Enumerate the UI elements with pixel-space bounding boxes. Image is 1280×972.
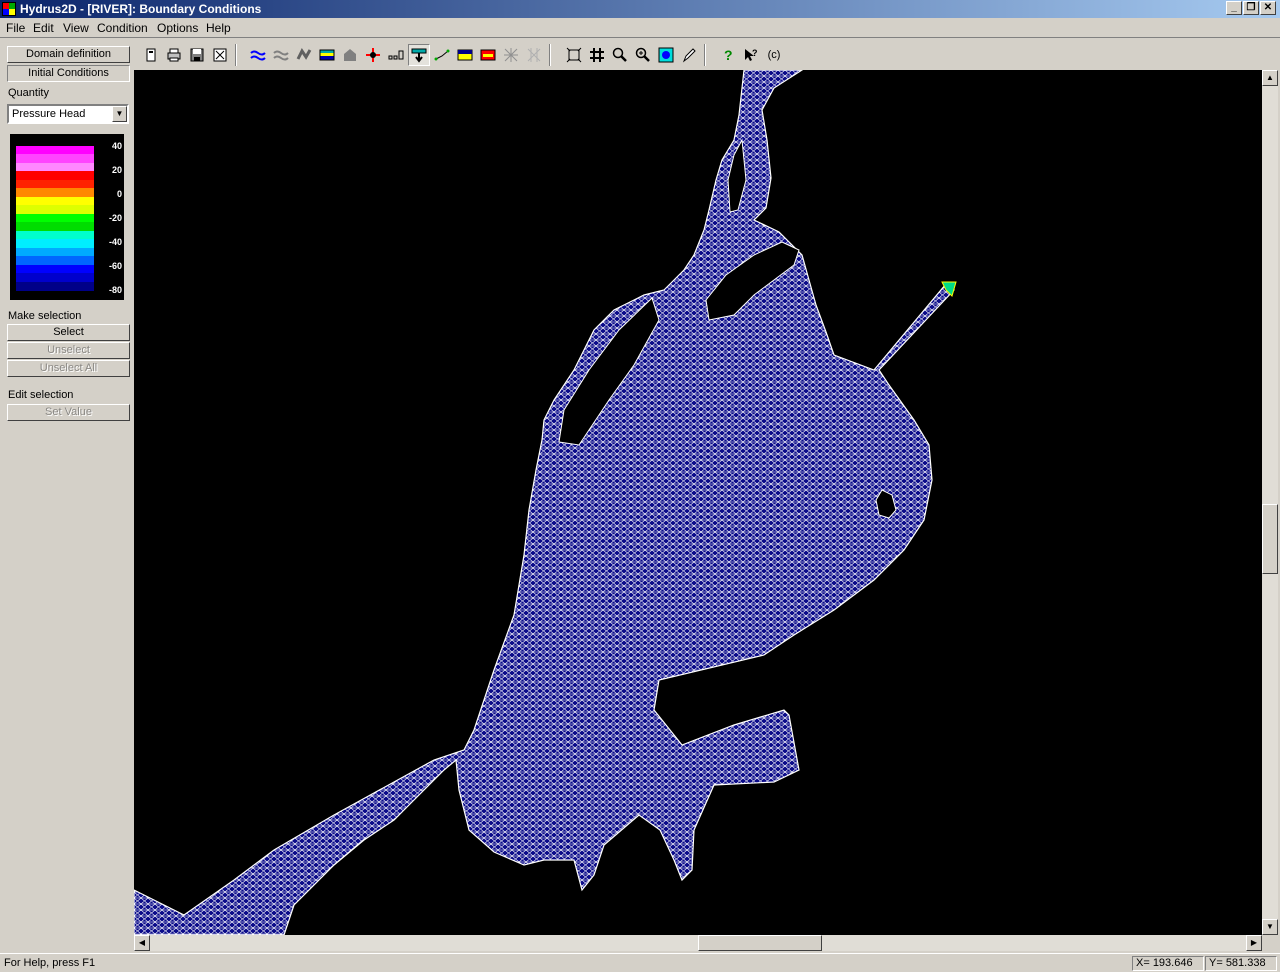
- make-selection-label: Make selection: [8, 310, 82, 322]
- root-uptake-icon[interactable]: [431, 44, 453, 66]
- legend-tick-label: -40: [108, 237, 122, 247]
- unselect-all-button[interactable]: Unselect All: [7, 360, 130, 377]
- mesh-domain: [134, 70, 955, 935]
- select-button[interactable]: Select: [7, 324, 130, 341]
- heat-icon[interactable]: [454, 44, 476, 66]
- quantity-value: Pressure Head: [12, 108, 86, 120]
- help-icon[interactable]: ?: [717, 44, 739, 66]
- save-icon[interactable]: [186, 44, 208, 66]
- mesh-smooth-icon[interactable]: [523, 44, 545, 66]
- scroll-up-icon[interactable]: ▲: [1262, 70, 1278, 86]
- status-bar: For Help, press F1 X= 193.646 Y= 581.338: [0, 953, 1280, 972]
- app-icon[interactable]: [2, 2, 16, 16]
- help-hint: For Help, press F1: [4, 957, 96, 969]
- menu-help[interactable]: Help: [206, 21, 231, 35]
- mesh-canvas[interactable]: [134, 70, 1262, 935]
- menu-edit[interactable]: Edit: [33, 21, 54, 35]
- x-coordinate: X= 193.646: [1132, 956, 1204, 971]
- svg-text:?: ?: [724, 47, 733, 63]
- menu-view[interactable]: View: [63, 21, 89, 35]
- color-legend: 40 20 0 -20 -40 -60 -80: [10, 134, 124, 300]
- edit-selection-label: Edit selection: [8, 389, 74, 401]
- quantity-select[interactable]: Pressure Head ▼: [7, 104, 129, 124]
- zoom-icon[interactable]: [609, 44, 631, 66]
- menu-options[interactable]: Options: [157, 21, 198, 35]
- scroll-right-icon[interactable]: ▶: [1246, 935, 1262, 951]
- mesh-viewport[interactable]: [134, 70, 1262, 935]
- water-content-icon[interactable]: [247, 44, 269, 66]
- print-icon[interactable]: [163, 44, 185, 66]
- water-flux-icon[interactable]: [270, 44, 292, 66]
- legend-tick-label: -80: [108, 285, 122, 295]
- legend-tick-label: -60: [108, 261, 122, 271]
- legend-tick-label: 20: [111, 165, 122, 175]
- vertical-scroll-thumb[interactable]: [1262, 504, 1278, 574]
- svg-text:?: ?: [752, 48, 758, 58]
- menu-bar: File Edit View Condition Options Help: [0, 18, 1280, 38]
- open-icon[interactable]: [140, 44, 162, 66]
- side-panel: Domain definition Initial Conditions Qua…: [0, 40, 134, 952]
- y-coordinate: Y= 581.338: [1205, 956, 1277, 971]
- mesh-refine-icon[interactable]: [500, 44, 522, 66]
- restore-button[interactable]: ❐: [1243, 1, 1259, 15]
- scroll-down-icon[interactable]: ▼: [1262, 919, 1278, 935]
- concentration-icon[interactable]: [477, 44, 499, 66]
- mesh-view-icon[interactable]: [655, 44, 677, 66]
- chevron-down-icon[interactable]: ▼: [112, 106, 127, 122]
- material-icon[interactable]: [316, 44, 338, 66]
- pressure-head-icon[interactable]: [408, 44, 430, 66]
- toolbar: ? ? (c): [134, 40, 1280, 70]
- zoom-in-icon[interactable]: [632, 44, 654, 66]
- title-bar: Hydrus2D - [RIVER]: Boundary Conditions …: [0, 0, 1280, 18]
- initial-conditions-button[interactable]: Initial Conditions: [7, 65, 130, 82]
- flux-boundary-icon[interactable]: [293, 44, 315, 66]
- menu-condition[interactable]: Condition: [97, 21, 148, 35]
- horizontal-scroll-thumb[interactable]: [698, 935, 822, 951]
- legend-swatch: [16, 281, 94, 291]
- legend-tick-label: 40: [111, 141, 122, 151]
- drain-icon[interactable]: [362, 44, 384, 66]
- horizontal-scrollbar[interactable]: ◀ ▶: [134, 935, 1262, 951]
- minimize-button[interactable]: _: [1226, 1, 1242, 15]
- legend-tick-label: -20: [108, 213, 122, 223]
- context-help-icon[interactable]: ?: [740, 44, 762, 66]
- vertical-scrollbar[interactable]: ▲ ▼: [1262, 70, 1278, 935]
- legend-tick-label: 0: [116, 189, 122, 199]
- unselect-button[interactable]: Unselect: [7, 342, 130, 359]
- quantity-label: Quantity: [8, 87, 49, 99]
- pencil-icon[interactable]: [678, 44, 700, 66]
- domain-definition-button[interactable]: Domain definition: [7, 46, 130, 63]
- close-button[interactable]: ✕: [1260, 1, 1276, 15]
- zoom-all-icon[interactable]: [563, 44, 585, 66]
- set-value-button[interactable]: Set Value: [7, 404, 130, 421]
- close-view-icon[interactable]: [209, 44, 231, 66]
- about-icon[interactable]: (c): [763, 44, 785, 66]
- zoom-window-icon[interactable]: [586, 44, 608, 66]
- domain-icon[interactable]: [339, 44, 361, 66]
- observation-node-icon[interactable]: [385, 44, 407, 66]
- menu-file[interactable]: File: [6, 21, 25, 35]
- window-title: Hydrus2D - [RIVER]: Boundary Conditions: [20, 2, 262, 16]
- scroll-left-icon[interactable]: ◀: [134, 935, 150, 951]
